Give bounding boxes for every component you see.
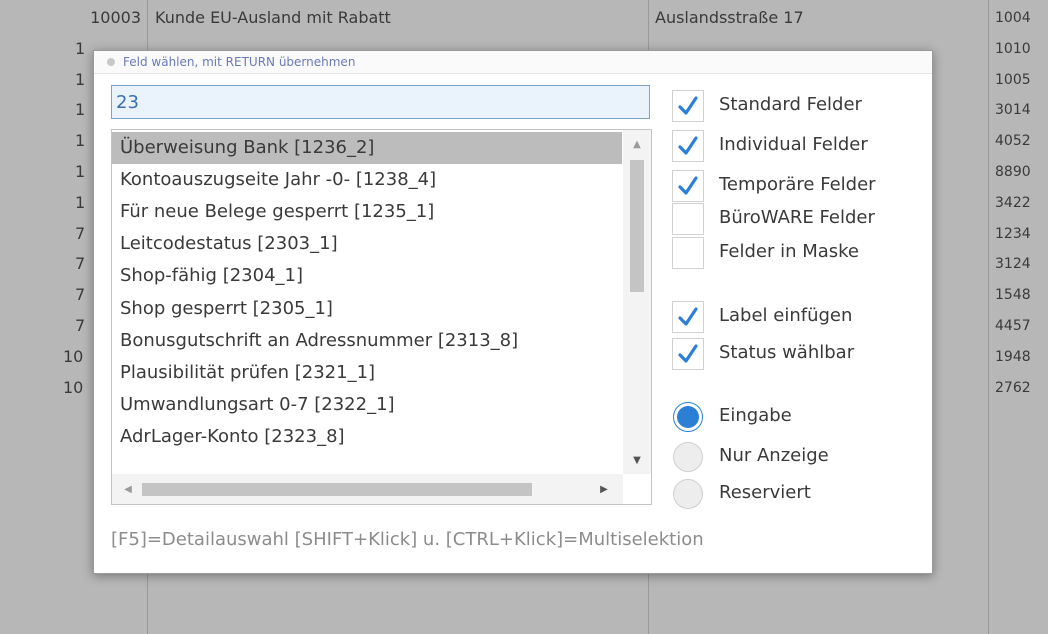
horizontal-scrollbar[interactable]: ◀ ▶ [112, 474, 623, 504]
checkbox[interactable] [672, 237, 704, 269]
arrow-right-icon[interactable]: ▶ [592, 474, 616, 504]
arrow-up-icon[interactable]: ▲ [623, 130, 651, 158]
radio-label: Reserviert [719, 482, 811, 503]
checkbox-label: Felder in Maske [719, 241, 859, 262]
cell-id: 4457 [995, 318, 1031, 334]
list-item[interactable]: Bonusgutschrift an Adressnummer [2313_8] [112, 325, 622, 357]
radio-dot-icon [677, 406, 699, 428]
list-item[interactable]: Umwandlungsart 0-7 [2322_1] [112, 389, 622, 421]
field-select-dialog: Feld wählen, mit RETURN übernehmen Überw… [93, 50, 933, 574]
radio-button[interactable] [673, 479, 703, 509]
check-icon [677, 175, 699, 197]
checkbox-label: Temporäre Felder [719, 174, 876, 195]
checkbox-label: Label einfügen [719, 305, 853, 326]
check-icon [677, 343, 699, 365]
radio-label: Eingabe [719, 405, 792, 426]
vertical-scroll-thumb[interactable] [630, 160, 644, 292]
cell-name: Kunde EU-Ausland mit Rabatt [155, 8, 391, 27]
horizontal-scroll-thumb[interactable] [142, 483, 532, 496]
cell-id: 1005 [995, 71, 1031, 88]
list-item[interactable]: Für neue Belege gesperrt [1235_1] [112, 196, 622, 228]
check-icon [677, 95, 699, 117]
dialog-title: Feld wählen, mit RETURN übernehmen [123, 55, 356, 69]
search-input[interactable] [111, 85, 650, 119]
cell-id: 2762 [995, 379, 1031, 396]
list-item[interactable]: Shop gesperrt [2305_1] [112, 293, 622, 325]
field-listbox[interactable]: Überweisung Bank [1236_2] Kontoauszugseit… [111, 129, 652, 505]
checkbox-label: BüroWARE Felder [719, 207, 875, 228]
checkbox[interactable] [672, 130, 704, 162]
checkbox-label: Standard Felder [719, 94, 862, 115]
list-item[interactable]: Kontoauszugseite Jahr -0- [1238_4] [112, 164, 622, 196]
checkbox[interactable] [672, 170, 704, 202]
radio-button[interactable] [673, 442, 703, 472]
cell-id: 1548 [995, 287, 1031, 304]
checkbox-label: Status wählbar [719, 342, 855, 363]
window-dot-icon [107, 58, 115, 66]
checkbox[interactable] [672, 338, 704, 370]
checkbox[interactable] [672, 90, 704, 122]
check-icon [677, 135, 699, 157]
checkbox-label: Individual Felder [719, 134, 868, 155]
dialog-titlebar[interactable]: Feld wählen, mit RETURN übernehmen [94, 51, 932, 74]
arrow-down-icon[interactable]: ▼ [623, 446, 651, 474]
keyboard-hint: [F5]=Detailauswahl [SHIFT+Klick] u. [CTR… [111, 529, 704, 550]
checkbox[interactable] [672, 301, 704, 333]
cell-id: 1948 [995, 348, 1031, 365]
arrow-left-icon[interactable]: ◀ [118, 474, 138, 504]
cell-id: 1004 [995, 10, 1031, 26]
check-icon [677, 306, 699, 328]
cell-id: 3422 [995, 194, 1031, 211]
table-row[interactable]: 10003 Kunde EU-Ausland mit Rabatt Auslands… [0, 4, 1048, 32]
cell-street: Auslandsstraße 17 [655, 8, 804, 27]
cell-id: 8890 [995, 164, 1031, 180]
cell-id: 1010 [995, 40, 1031, 57]
cell-number: 10003 [90, 8, 141, 27]
cell-id: 4052 [995, 133, 1031, 150]
list-item[interactable]: Plausibilität prüfen [2321_1] [112, 357, 622, 389]
checkbox[interactable] [672, 203, 704, 235]
list-item[interactable]: Leitcodestatus [2303_1] [112, 228, 622, 260]
cell-id: 3014 [995, 102, 1031, 119]
radio-button[interactable] [673, 402, 703, 432]
cell-id: 3124 [995, 256, 1031, 273]
vertical-scrollbar[interactable]: ▲ ▼ [623, 130, 651, 474]
list-item[interactable]: Überweisung Bank [1236_2] [112, 132, 622, 164]
radio-label: Nur Anzeige [719, 445, 829, 466]
cell-id: 1234 [995, 225, 1031, 242]
list-item[interactable]: AdrLager-Konto [2323_8] [112, 421, 622, 453]
list-item[interactable]: Shop-fähig [2304_1] [112, 260, 622, 292]
